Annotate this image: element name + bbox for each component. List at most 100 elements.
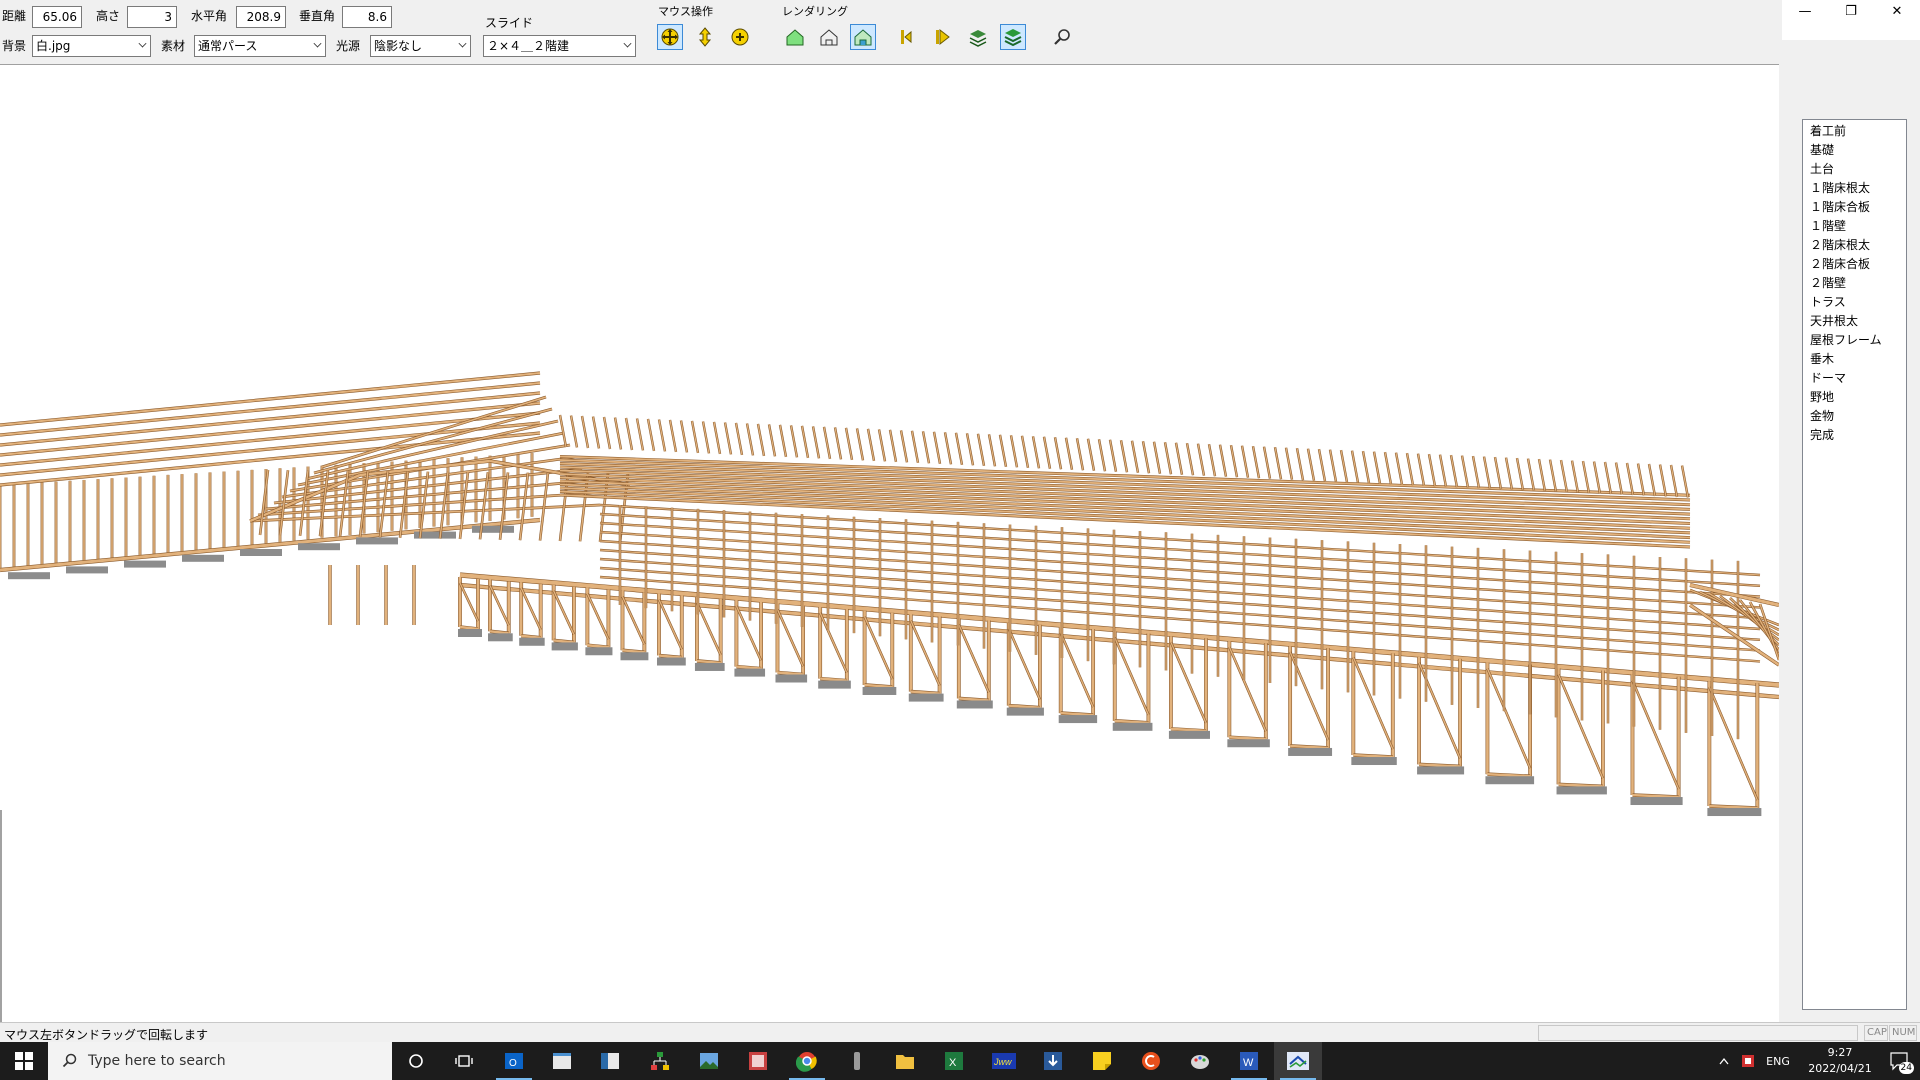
notification-badge: 24 (1898, 1062, 1914, 1074)
play-icon (936, 28, 950, 46)
taskbar-search[interactable]: Type here to search (48, 1042, 392, 1080)
light-label: 光源 (336, 39, 361, 53)
step-item[interactable]: 土台 (1803, 160, 1906, 179)
render-texture-button[interactable] (850, 24, 876, 50)
house-shaded-icon (786, 29, 804, 46)
app-window-icon (553, 1053, 571, 1069)
step-item[interactable]: 垂木 (1803, 350, 1906, 369)
view-zoom-button[interactable] (1049, 24, 1075, 50)
step-item[interactable]: ドーマ (1803, 369, 1906, 388)
layers-all-button[interactable] (1000, 24, 1026, 50)
light-select[interactable]: 陰影なし (370, 35, 471, 57)
step-item[interactable]: ２階床根太 (1803, 236, 1906, 255)
minimize-button[interactable]: — (1782, 0, 1828, 22)
tray-app-button[interactable] (1737, 1042, 1759, 1080)
step-item[interactable]: ２階床合板 (1803, 255, 1906, 274)
chrome-icon (796, 1052, 817, 1072)
horizontal-angle-label: 水平角 (191, 9, 228, 23)
language-indicator[interactable]: ENG (1762, 1042, 1794, 1080)
render-group-label: レンダリング (782, 5, 848, 18)
step-back-icon (901, 30, 912, 44)
step-item[interactable]: 金物 (1803, 407, 1906, 426)
taskbar-app-usb[interactable] (833, 1042, 881, 1080)
framing-model[interactable] (0, 65, 1779, 1023)
render-shaded-button[interactable] (782, 24, 808, 50)
num-indicator: NUM (1889, 1025, 1917, 1041)
close-button[interactable]: ✕ (1874, 0, 1920, 22)
step-item[interactable]: 基礎 (1803, 141, 1906, 160)
usb-drive-icon (854, 1052, 860, 1070)
step-next-button[interactable] (929, 24, 955, 50)
taskbar-app-3dviewer[interactable] (1274, 1042, 1322, 1080)
task-view-icon (455, 1055, 473, 1067)
pan-mode-button[interactable] (692, 24, 718, 50)
step-item[interactable]: 着工前 (1803, 122, 1906, 141)
taskbar-app-download[interactable] (1029, 1042, 1077, 1080)
step-item[interactable]: ２階壁 (1803, 274, 1906, 293)
taskbar-app-orange[interactable] (1127, 1042, 1175, 1080)
step-item[interactable]: １階床根太 (1803, 179, 1906, 198)
sticky-notes-icon (1093, 1052, 1111, 1070)
distance-input[interactable]: 65.06 (32, 6, 82, 28)
construction-step-list[interactable]: 着工前 基礎 土台 １階床根太 １階床合板 １階壁 ２階床根太 ２階床合板 ２階壁 トラス 天井根太… (1802, 119, 1907, 1010)
word-icon: W (1240, 1052, 1258, 1070)
jww-icon: Jww (992, 1053, 1016, 1069)
taskbar-app-image[interactable] (685, 1042, 733, 1080)
taskbar-app-photo[interactable] (734, 1042, 782, 1080)
step-item[interactable]: 完成 (1803, 426, 1906, 445)
horizontal-angle-input[interactable]: 208.9 (236, 6, 286, 28)
step-item[interactable]: 屋根フレーム (1803, 331, 1906, 350)
background-label: 背景 (2, 39, 27, 53)
cortana-button[interactable] (392, 1042, 440, 1080)
taskbar-app-sticky[interactable] (1078, 1042, 1126, 1080)
house-texture-icon (854, 29, 872, 46)
vertical-angle-input[interactable]: 8.6 (342, 6, 392, 28)
taskbar-app-chrome[interactable] (783, 1042, 831, 1080)
clock-date: 2022/04/21 (1808, 1062, 1872, 1075)
cap-indicator: CAP (1864, 1025, 1888, 1041)
step-item[interactable]: 天井根太 (1803, 312, 1906, 331)
taskbar-app-window2[interactable] (586, 1042, 634, 1080)
layers-button[interactable] (965, 24, 991, 50)
background-select-value: 白.jpg (36, 39, 71, 53)
chevron-down-icon (458, 39, 467, 48)
excel-icon: X (945, 1052, 963, 1070)
status-bar: マウス左ボタンドラッグで回転します CAP NUM (0, 1022, 1920, 1042)
folder-icon (896, 1055, 914, 1069)
material-select[interactable]: 通常パース (194, 35, 326, 57)
zoom-mode-button[interactable] (727, 24, 753, 50)
background-select[interactable]: 白.jpg (32, 35, 151, 57)
taskbar-app-excel[interactable]: X (930, 1042, 978, 1080)
step-item[interactable]: トラス (1803, 293, 1906, 312)
image-app-icon (700, 1053, 718, 1069)
taskbar-app-window1[interactable] (538, 1042, 586, 1080)
taskbar-app-jww[interactable]: Jww (980, 1042, 1028, 1080)
chevron-down-icon (623, 39, 632, 48)
material-select-value: 通常パース (198, 39, 258, 53)
paint-icon (1191, 1055, 1209, 1069)
render-wire-button[interactable] (816, 24, 842, 50)
taskbar-app-word[interactable]: W (1225, 1042, 1273, 1080)
rotate-mode-button[interactable] (657, 24, 683, 50)
3d-viewport[interactable] (0, 64, 1779, 1023)
light-select-value: 陰影なし (374, 39, 423, 53)
taskbar-clock[interactable]: 9:27 2022/04/21 (1800, 1045, 1880, 1077)
step-item[interactable]: １階壁 (1803, 217, 1906, 236)
notification-button[interactable]: 24 (1880, 1042, 1920, 1080)
clock-time: 9:27 (1827, 1046, 1853, 1059)
start-button[interactable] (0, 1042, 48, 1080)
slide-select[interactable]: ２×４＿２階建 (483, 35, 636, 57)
taskbar-app-paint[interactable] (1176, 1042, 1224, 1080)
taskbar-app-outlook[interactable]: O (490, 1042, 538, 1080)
tray-overflow-button[interactable] (1715, 1042, 1733, 1080)
step-prev-button[interactable] (893, 24, 919, 50)
taskbar-app-explorer[interactable] (881, 1042, 929, 1080)
chevron-down-icon (313, 39, 322, 48)
status-message: マウス左ボタンドラッグで回転します (4, 1028, 209, 1042)
step-item[interactable]: １階床合板 (1803, 198, 1906, 217)
height-input[interactable]: 3 (127, 6, 177, 28)
taskbar-app-network[interactable] (636, 1042, 684, 1080)
task-view-button[interactable] (440, 1042, 488, 1080)
restore-button[interactable]: ❐ (1828, 0, 1874, 22)
step-item[interactable]: 野地 (1803, 388, 1906, 407)
